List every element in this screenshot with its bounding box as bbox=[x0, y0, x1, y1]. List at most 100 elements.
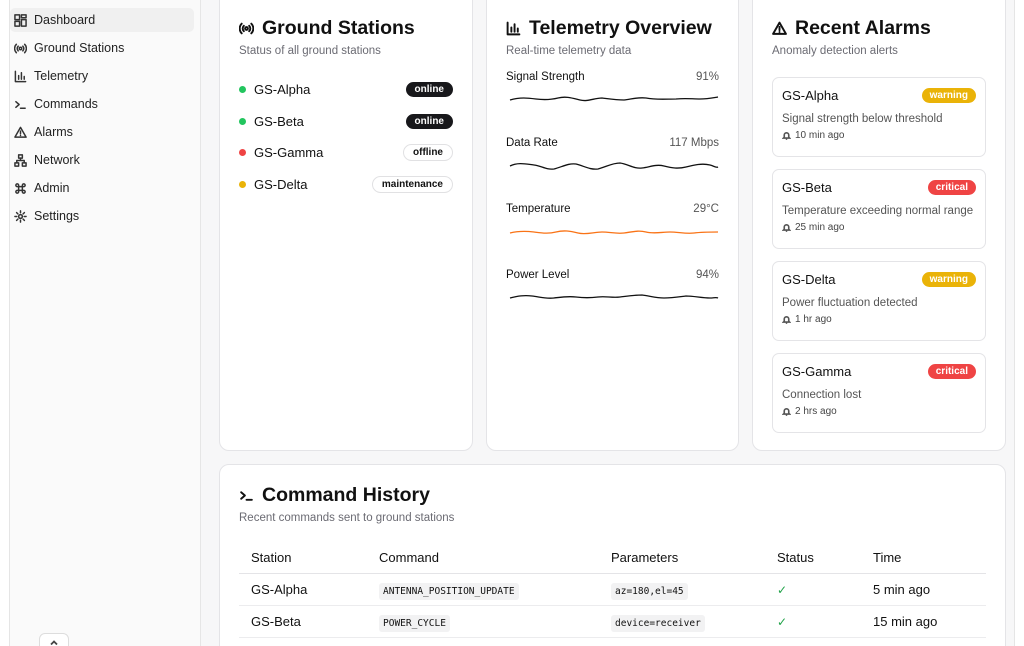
bell-icon bbox=[782, 132, 791, 140]
command-code: ANTENNA_POSITION_UPDATE bbox=[379, 582, 519, 600]
alarm-station: GS-Delta bbox=[782, 272, 836, 287]
status-dot bbox=[239, 180, 246, 188]
sidebar-item-ground-stations[interactable]: Ground Stations bbox=[10, 36, 194, 60]
sidebar-item-label: Dashboard bbox=[34, 13, 96, 27]
telemetry-overview-card: Telemetry Overview Real-time telemetry d… bbox=[486, 0, 739, 451]
terminal-icon bbox=[240, 491, 253, 501]
card-subtitle: Recent commands sent to ground stations bbox=[239, 512, 455, 524]
sidebar-nav: Dashboard Ground Stations Telemetry Comm… bbox=[10, 0, 200, 228]
status-badge: online bbox=[405, 82, 453, 98]
metric-value: 94% bbox=[695, 269, 719, 281]
station-name: GS-Beta bbox=[254, 113, 304, 129]
bell-icon bbox=[782, 316, 791, 324]
station-row[interactable]: GS-Beta online bbox=[239, 106, 453, 138]
temperature-sparkline bbox=[509, 230, 719, 235]
sidebar-item-label: Ground Stations bbox=[34, 41, 125, 55]
gear-icon bbox=[13, 209, 27, 223]
card-title: Telemetry Overview bbox=[529, 17, 712, 39]
radio-icon bbox=[239, 22, 254, 35]
cell-status: ✓ bbox=[765, 573, 861, 606]
telemetry-metric-signal-strength: Signal Strength 91% bbox=[506, 71, 719, 137]
command-code: POWER_CYCLE bbox=[379, 614, 450, 632]
sidebar-item-label: Telemetry bbox=[34, 69, 89, 83]
telemetry-list: Signal Strength 91% Data Rate 117 Mbps T… bbox=[506, 71, 719, 335]
parameters-code: device=receiver bbox=[611, 614, 705, 632]
alarm-message: Signal strength below threshold bbox=[782, 113, 943, 125]
column-header-time: Time bbox=[861, 542, 986, 574]
sidebar-item-network[interactable]: Network bbox=[10, 148, 194, 172]
sidebar-collapse-button[interactable] bbox=[39, 633, 69, 646]
severity-badge: warning bbox=[921, 88, 976, 103]
data-rate-sparkline bbox=[509, 162, 719, 170]
alarm-item[interactable]: GS-Beta critical Temperature exceeding n… bbox=[772, 169, 986, 249]
sidebar-item-commands[interactable]: Commands bbox=[10, 92, 194, 116]
signal-strength-sparkline bbox=[509, 96, 719, 102]
alarm-item[interactable]: GS-Alpha warning Signal strength below t… bbox=[772, 77, 986, 157]
cell-command: POWER_CYCLE bbox=[367, 605, 599, 638]
status-dot bbox=[239, 86, 246, 94]
column-header-command: Command bbox=[367, 542, 599, 574]
alarm-time: 2 hrs ago bbox=[795, 406, 837, 417]
alarm-time-row: 25 min ago bbox=[782, 222, 976, 233]
alarm-item[interactable]: GS-Gamma critical Connection lost 2 hrs … bbox=[772, 353, 986, 433]
alarm-item[interactable]: GS-Delta warning Power fluctuation detec… bbox=[772, 261, 986, 341]
sidebar: Dashboard Ground Stations Telemetry Comm… bbox=[10, 0, 201, 646]
metric-label: Power Level bbox=[506, 269, 570, 281]
table-header-row: Station Command Parameters Status Time bbox=[239, 542, 986, 574]
alarm-time: 10 min ago bbox=[795, 130, 845, 141]
alarm-message: Connection lost bbox=[782, 389, 862, 401]
window-frame-right bbox=[1014, 0, 1024, 646]
metric-value: 117 Mbps bbox=[669, 137, 719, 149]
alert-triangle-icon bbox=[13, 125, 27, 139]
station-row[interactable]: GS-Delta maintenance bbox=[239, 169, 453, 201]
status-badge: offline bbox=[403, 144, 453, 162]
network-icon bbox=[13, 153, 27, 167]
sidebar-item-alarms[interactable]: Alarms bbox=[10, 120, 194, 144]
chevron-up-icon bbox=[50, 640, 58, 646]
severity-badge: warning bbox=[921, 272, 976, 287]
alarm-message: Power fluctuation detected bbox=[782, 297, 918, 309]
station-row[interactable]: GS-Alpha online bbox=[239, 74, 453, 106]
cell-time: 15 min ago bbox=[861, 605, 986, 638]
ground-stations-title-row: Ground Stations bbox=[239, 17, 453, 40]
alarm-station: GS-Beta bbox=[782, 180, 832, 195]
dashboard-icon bbox=[13, 13, 27, 27]
alarm-time-row: 10 min ago bbox=[782, 130, 976, 141]
metric-label: Data Rate bbox=[506, 137, 558, 149]
sidebar-item-dashboard[interactable]: Dashboard bbox=[10, 8, 194, 32]
alarm-list: GS-Alpha warning Signal strength below t… bbox=[772, 77, 986, 433]
sidebar-item-admin[interactable]: Admin bbox=[10, 176, 194, 200]
table-row[interactable]: GS-Beta POWER_CYCLE device=receiver ✓ 15… bbox=[239, 605, 986, 638]
telemetry-metric-power-level: Power Level 94% bbox=[506, 269, 719, 335]
parameters-code: az=180,el=45 bbox=[611, 582, 688, 600]
command-history-table: Station Command Parameters Status Time G… bbox=[239, 542, 986, 638]
status-dot bbox=[239, 149, 246, 157]
card-subtitle: Status of all ground stations bbox=[239, 45, 381, 57]
station-name: GS-Alpha bbox=[254, 82, 311, 98]
check-icon: ✓ bbox=[777, 614, 788, 629]
sidebar-item-settings[interactable]: Settings bbox=[10, 204, 194, 228]
check-icon: ✓ bbox=[777, 582, 788, 597]
alarm-time: 25 min ago bbox=[795, 222, 845, 233]
cell-station: GS-Alpha bbox=[239, 573, 367, 606]
bar-chart-icon bbox=[13, 69, 27, 83]
command-key-icon bbox=[13, 181, 27, 195]
sidebar-item-telemetry[interactable]: Telemetry bbox=[10, 64, 194, 88]
sidebar-item-label: Commands bbox=[34, 97, 98, 111]
severity-badge: critical bbox=[927, 180, 976, 195]
cell-command: ANTENNA_POSITION_UPDATE bbox=[367, 573, 599, 606]
station-list: GS-Alpha online GS-Beta online GS-Gamma … bbox=[239, 74, 453, 200]
alarm-message: Temperature exceeding normal range bbox=[782, 205, 974, 217]
status-dot bbox=[239, 117, 246, 125]
recent-alarms-card: Recent Alarms Anomaly detection alerts G… bbox=[752, 0, 1006, 451]
station-row[interactable]: GS-Gamma offline bbox=[239, 137, 453, 169]
alarm-time-row: 2 hrs ago bbox=[782, 406, 976, 417]
table-row[interactable]: GS-Alpha ANTENNA_POSITION_UPDATE az=180,… bbox=[239, 573, 986, 606]
telemetry-metric-temperature: Temperature 29°C bbox=[506, 203, 719, 269]
sidebar-item-label: Alarms bbox=[34, 125, 73, 139]
status-badge: maintenance bbox=[371, 175, 453, 193]
alarm-time: 1 hr ago bbox=[795, 314, 832, 325]
ground-stations-card: Ground Stations Status of all ground sta… bbox=[219, 0, 473, 451]
alarms-title-row: Recent Alarms bbox=[772, 17, 986, 40]
alarm-time-row: 1 hr ago bbox=[782, 314, 976, 325]
